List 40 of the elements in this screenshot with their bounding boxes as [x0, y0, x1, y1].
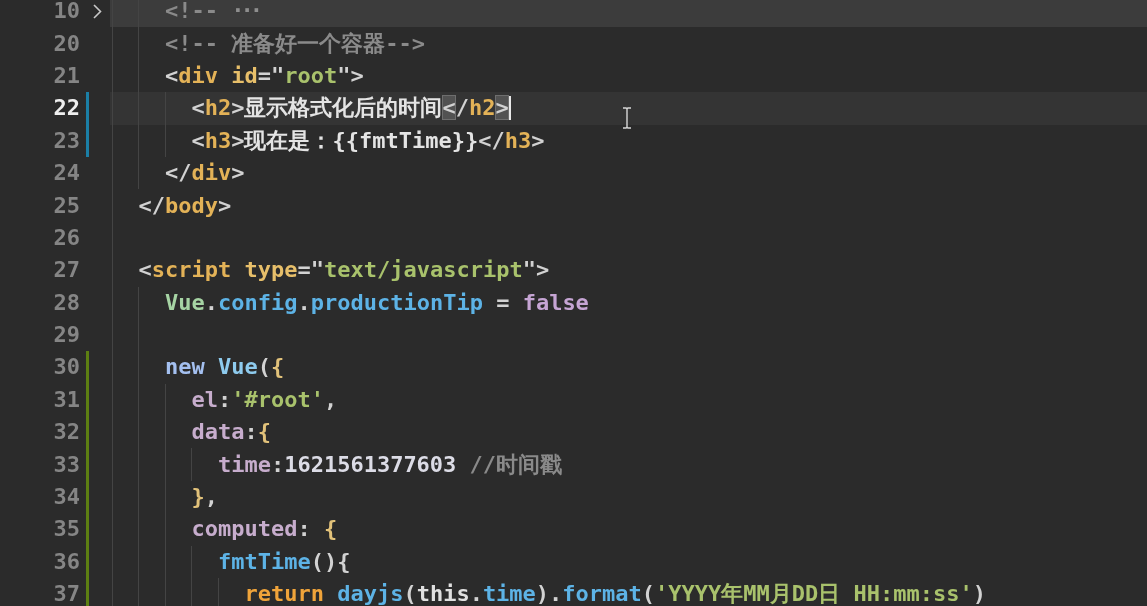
code-line: <!-- — [164, 0, 218, 23]
fold-ellipsis[interactable]: ··· — [231, 0, 263, 23]
line-number: 20 — [53, 32, 80, 55]
text-cursor-icon — [622, 107, 632, 129]
line-number: 10 — [53, 0, 80, 23]
code-line: <h3>现在是：{{fmtTime}}</h3> — [191, 129, 545, 152]
code-line: data:{ — [191, 421, 271, 444]
line-number: 37 — [53, 583, 80, 606]
line-number: 27 — [53, 259, 80, 282]
line-number: 30 — [53, 356, 80, 379]
code-line: </body> — [138, 194, 232, 217]
chevron-right-icon[interactable] — [93, 3, 102, 19]
code-line: Vue.config.productionTip = false — [164, 291, 589, 314]
code-line: }, — [191, 486, 218, 509]
code-line: <script type="text/javascript"> — [138, 259, 550, 282]
code-line: return dayjs(this.time).format('YYYY年MM月DD日 HH:mm:ss') — [244, 583, 986, 606]
line-number: 34 — [53, 486, 80, 509]
code-line: <h2>显示格式化后的时间</h2> — [191, 97, 509, 120]
code-line: time:1621561377603 //时间戳 — [217, 453, 563, 476]
code-line: <!-- 准备好一个容器--> — [164, 32, 425, 55]
code-line: fmtTime(){ — [217, 550, 351, 573]
code-line: new Vue({ — [164, 356, 285, 379]
code-line: </div> — [164, 162, 245, 185]
text-caret — [508, 96, 511, 121]
line-number: 36 — [53, 550, 80, 573]
code-line: <div id="root"> — [164, 64, 364, 87]
line-number: 33 — [53, 453, 80, 476]
line-number: 35 — [53, 518, 80, 541]
line-number: 31 — [53, 388, 80, 411]
line-number: 28 — [53, 291, 80, 314]
line-number: 32 — [53, 421, 80, 444]
line-number: 21 — [53, 64, 80, 87]
code-line: computed: { — [191, 518, 338, 541]
line-number: 24 — [53, 162, 80, 185]
code-line: el:'#root', — [191, 388, 338, 411]
line-number: 26 — [53, 226, 80, 249]
line-number: 25 — [53, 194, 80, 217]
line-number: 23 — [53, 129, 80, 152]
line-number: 29 — [53, 324, 80, 347]
line-number: 22 — [53, 97, 80, 120]
